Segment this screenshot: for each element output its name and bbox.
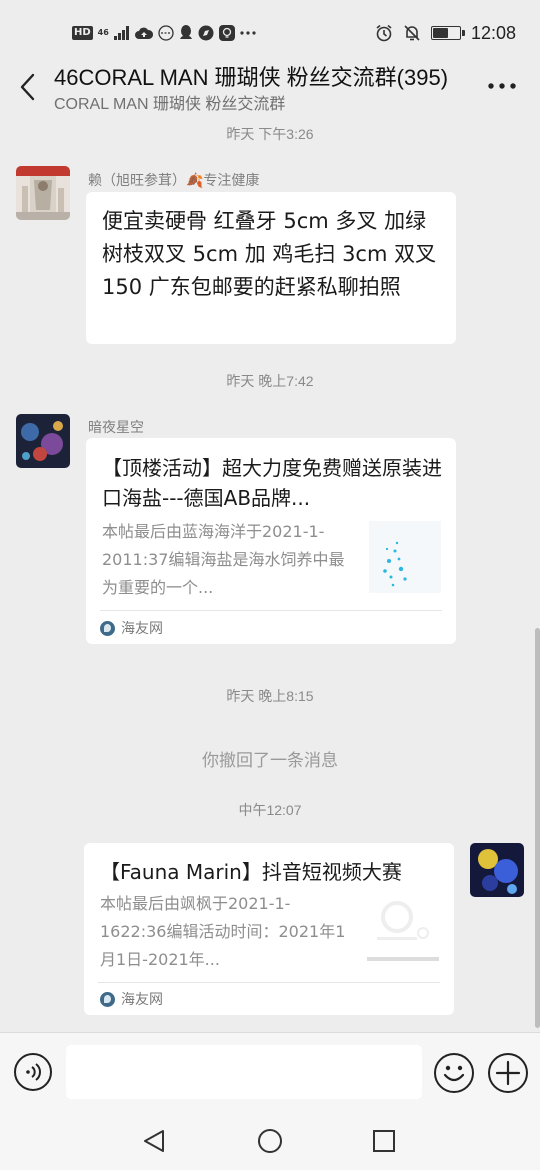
qq-icon: [179, 25, 192, 39]
message-input[interactable]: [66, 1045, 422, 1099]
avatar[interactable]: [470, 843, 524, 897]
card-description: 本帖最后由蓝海海洋于2021-1-2011:37编辑海盐是海水饲养中最为重要的一…: [102, 522, 345, 597]
bulb-app-icon: [218, 25, 235, 41]
more-dots-icon: [488, 83, 516, 89]
compass-icon: [198, 25, 214, 41]
card-thumbnail: [369, 521, 441, 593]
timestamp: 昨天 下午3:26: [226, 126, 314, 142]
avatar[interactable]: [16, 414, 70, 468]
more-button[interactable]: [486, 74, 518, 98]
chat-subtitle: CORAL MAN 珊瑚侠 粉丝交流群: [54, 96, 286, 113]
back-button[interactable]: [12, 70, 42, 104]
data-usage-icon: [158, 25, 174, 41]
card-title: 【Fauna Marin】抖音短视频大赛: [100, 860, 402, 884]
nav-recents-button[interactable]: [367, 1124, 401, 1158]
input-bar: [0, 1032, 540, 1112]
card-source: 海友网: [100, 618, 163, 638]
more-functions-button[interactable]: [488, 1053, 528, 1093]
card-divider: [98, 982, 440, 983]
chat-message-list[interactable]: 昨天 下午3:26 赖（旭旺参茸）🍂专注健康 便宜卖硬骨 红叠牙 5cm 多叉 …: [0, 118, 540, 1032]
alarm-icon: [376, 24, 392, 42]
nav-back-button[interactable]: [137, 1124, 171, 1158]
signal-icon: [113, 26, 129, 40]
cloud-upload-icon: [134, 27, 153, 39]
link-card[interactable]: 【Fauna Marin】抖音短视频大赛 本帖最后由飒枫于2021-1-1622…: [84, 843, 454, 1015]
voice-icon: [26, 1063, 41, 1081]
card-divider: [100, 610, 442, 611]
card-thumbnail: [367, 893, 439, 965]
battery-level: [432, 28, 448, 38]
avatar[interactable]: [16, 166, 70, 220]
chat-header: 46CORAL MAN 珊瑚侠 粉丝交流群(395) CORAL MAN 珊瑚侠…: [0, 56, 540, 118]
haiyou-logo-icon: [100, 620, 115, 636]
nav-back-icon: [144, 1130, 164, 1152]
link-card[interactable]: 【顶楼活动】超大力度免费赠送原装进口海盐---德国AB品牌... 本帖最后由蓝海…: [86, 438, 456, 644]
timestamp: 昨天 晚上8:15: [226, 688, 314, 704]
card-source-name: 海友网: [121, 992, 163, 1008]
message-text: 便宜卖硬骨 红叠牙 5cm 多叉 加绿树枝双叉 5cm 加 鸡毛扫 3cm 双叉…: [102, 209, 437, 299]
chat-title: 46CORAL MAN 珊瑚侠 粉丝交流群(395): [54, 65, 449, 90]
status-right-icons: 12:08: [375, 20, 516, 46]
plus-icon: [495, 1060, 521, 1086]
scrollbar[interactable]: [535, 628, 540, 1028]
emoji-icon: [443, 1065, 465, 1082]
haiyou-logo-icon: [100, 991, 115, 1007]
more-notifications-icon: [240, 31, 256, 35]
avatar-self-image: [470, 843, 524, 897]
message-bubble[interactable]: 便宜卖硬骨 红叠牙 5cm 多叉 加绿树枝双叉 5cm 加 鸡毛扫 3cm 双叉…: [86, 192, 456, 344]
recall-notice: 你撤回了一条消息: [202, 751, 338, 771]
avatar-starry-image: [16, 414, 70, 468]
system-nav-bar: [0, 1112, 540, 1170]
battery-icon: [430, 26, 465, 40]
emoji-button[interactable]: [434, 1053, 474, 1093]
sender-name: 赖（旭旺参茸）🍂专注健康: [88, 173, 260, 189]
chevron-left-icon: [20, 73, 35, 101]
mute-bell-icon: [404, 25, 420, 41]
card-description: 本帖最后由飒枫于2021-1-1622:36编辑活动时间：2021年1月1日-2…: [100, 894, 346, 969]
timestamp: 昨天 晚上7:42: [226, 373, 314, 389]
card-source: 海友网: [100, 989, 163, 1009]
nav-home-icon: [258, 1129, 282, 1153]
nav-home-button[interactable]: [253, 1124, 287, 1158]
hd-badge: HD: [72, 26, 93, 40]
status-time: 12:08: [470, 22, 516, 43]
sender-name: 暗夜星空: [88, 420, 144, 436]
network-type: 46: [97, 28, 109, 37]
card-title: 【顶楼活动】超大力度免费赠送原装进口海盐---德国AB品牌...: [102, 456, 442, 510]
status-left-icons: HD 46: [72, 20, 256, 46]
timestamp: 中午12:07: [238, 802, 302, 818]
nav-recents-icon: [373, 1130, 395, 1152]
voice-button[interactable]: [14, 1053, 52, 1091]
card-source-name: 海友网: [121, 621, 163, 637]
avatar-coral-image: [16, 166, 70, 220]
